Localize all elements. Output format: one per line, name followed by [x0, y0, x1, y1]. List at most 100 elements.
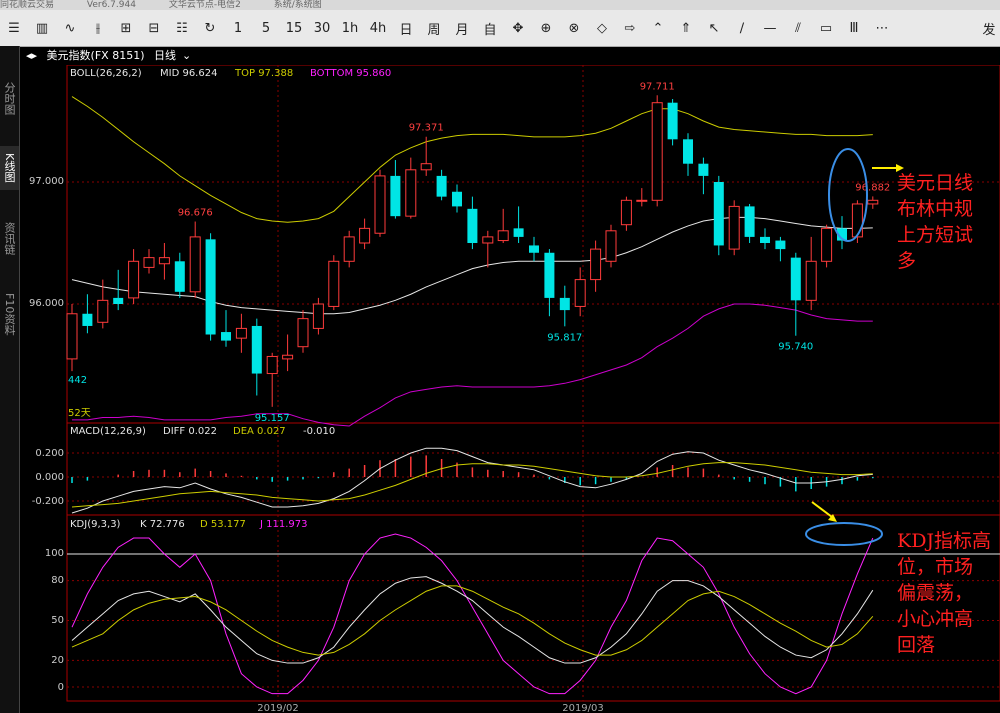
candle-body	[867, 199, 879, 205]
indicator-icon[interactable]: ⊞	[112, 21, 140, 36]
kdj-k-line	[71, 576, 874, 664]
kdj-axis-label: 50	[51, 615, 64, 626]
candle-body	[82, 313, 93, 326]
period-custom-button[interactable]: 自	[476, 19, 504, 38]
price-low-label: 95.817	[547, 332, 582, 343]
macd-diff-value: DIFF 0.022	[163, 426, 217, 437]
period-week-button[interactable]: 周	[420, 19, 448, 38]
stack-icon[interactable]: ☷	[168, 21, 196, 36]
boll-highlight-ellipse	[828, 148, 868, 242]
left-sidebar: 分时图 K线图 资讯链 F10资料	[0, 46, 20, 713]
candle-chart-icon[interactable]: ⫲	[84, 21, 112, 36]
kdj-k-value: K 72.776	[140, 519, 185, 530]
draw-rect-icon[interactable]: ▭	[812, 21, 840, 36]
period-1h-button[interactable]: 1h	[336, 21, 364, 36]
kdj-label: KDJ(9,3,3)	[70, 519, 121, 530]
draw-ray-icon[interactable]: ↖	[700, 21, 728, 36]
kdj-axis-label: 80	[51, 575, 64, 586]
draw-gann-icon[interactable]: Ⅲ	[840, 21, 868, 36]
kdj-annotation-text: KDJ指标高 位，市场 偏震荡， 小心冲高 回落	[897, 528, 991, 658]
scroll-up-icon[interactable]: ⌃	[644, 21, 672, 36]
candles	[66, 95, 879, 407]
macd-label: MACD(12,26,9)	[70, 426, 146, 437]
candle-body	[374, 175, 386, 234]
price-low-label: 95.740	[778, 342, 813, 353]
boll-bottom-value: BOTTOM 95.860	[310, 68, 391, 79]
candle-body	[143, 257, 155, 268]
candle-body	[651, 102, 663, 201]
candle-body	[574, 279, 586, 307]
annotation-line: 位，市场	[897, 556, 974, 578]
draw-hline-icon[interactable]: —	[756, 21, 784, 36]
move-right-icon[interactable]: ⇨	[616, 21, 644, 36]
sidebar-tab-kline[interactable]: K线图	[0, 146, 19, 190]
zoom-out-icon[interactable]: ⊗	[560, 21, 588, 36]
move-left-icon[interactable]: ◇	[588, 21, 616, 36]
boll-bottom-line	[72, 303, 873, 427]
candle-body	[620, 199, 632, 226]
price-low-label: 95.157	[255, 413, 290, 424]
app-title: 同花顺云交易	[0, 0, 55, 10]
kdj-axis-label: 100	[45, 548, 64, 559]
candle-body	[420, 163, 432, 171]
send-order-button[interactable]: 发	[975, 19, 1000, 38]
macd-axis-label: 0.200	[35, 448, 64, 459]
kdj-highlight-ellipse	[805, 522, 883, 546]
period-30m-button[interactable]: 30	[308, 21, 336, 36]
menu-icon[interactable]: ☰	[0, 21, 28, 36]
zoom-in-icon[interactable]: ⊕	[532, 21, 560, 36]
draw-line-icon[interactable]: ∕	[728, 21, 756, 36]
annotation-line: 美元日线	[897, 172, 974, 194]
period-day-button[interactable]: 日	[392, 19, 420, 38]
chevron-down-icon[interactable]: ⌄	[182, 49, 191, 62]
candle-body	[683, 139, 693, 164]
annotation-line: 多	[897, 250, 917, 272]
server-node: 文华云节点-电信2	[168, 0, 241, 10]
sidebar-tab-timeshare[interactable]: 分时图	[0, 76, 19, 120]
candle-body	[436, 175, 447, 197]
candle-body	[174, 261, 185, 292]
scroll-top-icon[interactable]: ⇑	[672, 21, 700, 36]
candle-body	[667, 102, 678, 140]
price-axis-label: 97.000	[29, 176, 64, 187]
sidebar-tab-f10[interactable]: F10资料	[0, 286, 19, 342]
candle-body	[189, 236, 201, 293]
compare-icon[interactable]: ⊟	[140, 21, 168, 36]
candle-body	[559, 297, 570, 311]
system-menu[interactable]: 系统/系统图	[274, 0, 322, 10]
candle-body	[544, 252, 555, 298]
crosshair-icon[interactable]: ✥	[504, 21, 532, 36]
macd-value: -0.010	[303, 426, 335, 437]
candle-body	[128, 260, 140, 299]
candle-body	[698, 163, 709, 176]
period-1m-button[interactable]: 1	[224, 21, 252, 36]
period-month-button[interactable]: 月	[448, 19, 476, 38]
bar-chart-icon[interactable]: ▥	[28, 21, 56, 36]
candle-body	[497, 230, 509, 242]
boll-annotation-text: 美元日线 布林中规 上方短试 多	[897, 170, 973, 274]
annotation-line: 偏震荡，	[897, 582, 974, 604]
line-chart-icon[interactable]: ∿	[56, 21, 84, 36]
refresh-icon[interactable]: ↻	[196, 21, 224, 36]
price-high-label: 96.676	[178, 208, 213, 219]
candle-body	[590, 248, 602, 281]
boll-mid-value: MID 96.624	[160, 68, 217, 79]
symbol-arrows-icon[interactable]: ◂▸	[26, 49, 37, 62]
annotation-line: KDJ指标高	[897, 530, 992, 552]
period-4h-button[interactable]: 4h	[364, 21, 392, 36]
period-selector[interactable]: 日线	[154, 49, 176, 62]
candle-body	[66, 313, 78, 360]
draw-channel-icon[interactable]: ⫽	[784, 21, 812, 36]
more-tools-icon[interactable]: ⋯	[868, 21, 896, 36]
candle-body	[760, 236, 770, 243]
period-5m-button[interactable]: 5	[252, 21, 280, 36]
kline-chart[interactable]: BOLL(26,26,2) MID 96.624 TOP 97.388 BOTT…	[20, 65, 1000, 713]
candle-body	[851, 203, 863, 238]
candle-body	[235, 327, 247, 339]
sidebar-tab-news[interactable]: 资讯链	[0, 216, 19, 260]
macd-dea-value: DEA 0.027	[233, 426, 286, 437]
candle-body	[312, 303, 324, 329]
period-15m-button[interactable]: 15	[280, 21, 308, 36]
app-version: Ver6.7.944	[86, 0, 136, 10]
kdj-j-line	[71, 533, 874, 695]
